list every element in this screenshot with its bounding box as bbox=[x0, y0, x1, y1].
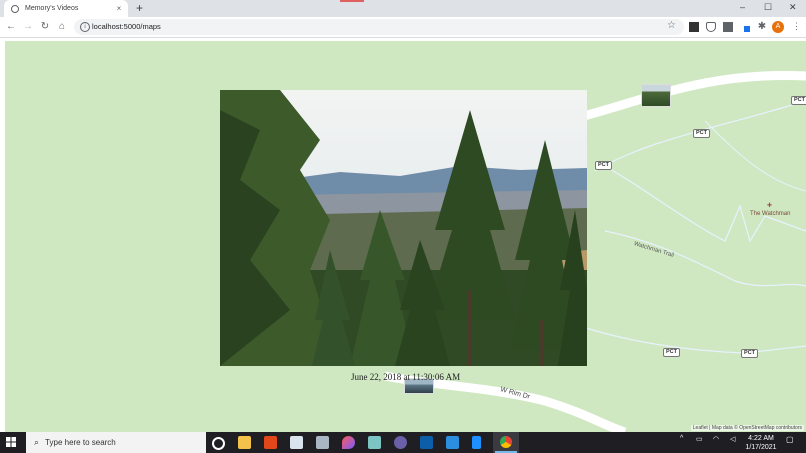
tab-close-icon[interactable]: × bbox=[114, 4, 124, 13]
clock-time: 4:22 AM bbox=[748, 435, 774, 442]
photos-icon[interactable] bbox=[290, 436, 303, 449]
windows-taskbar: ⌕ Type here to search ^ ▭ ◠ ◁ 4:22 AM 1/… bbox=[0, 432, 806, 453]
app-icon[interactable] bbox=[316, 436, 329, 449]
app-icon-3[interactable] bbox=[368, 436, 381, 449]
taskbar-clock[interactable]: 4:22 AM 1/17/2021 bbox=[744, 434, 778, 452]
tab-title: Memory's Videos bbox=[25, 5, 79, 12]
terminal-icon[interactable] bbox=[420, 436, 433, 449]
url-text: localhost:5000/maps bbox=[92, 22, 161, 31]
globe-icon bbox=[11, 4, 19, 13]
minimize-button[interactable]: – bbox=[740, 1, 745, 13]
pct-shield: PCT bbox=[595, 161, 612, 170]
back-icon[interactable]: ← bbox=[4, 20, 18, 34]
poi-marker-icon: ✚ bbox=[767, 203, 773, 209]
app-icon-2[interactable] bbox=[342, 436, 355, 449]
map[interactable]: PCT PCT PCT PCT PCT Watchman Trail W Rim… bbox=[5, 41, 806, 432]
search-placeholder: Type here to search bbox=[45, 438, 116, 447]
puzzle-icon[interactable]: ✱ bbox=[755, 20, 769, 34]
video-caption: June 22, 2018 at 11:30:06 AM bbox=[351, 372, 461, 382]
volume-icon[interactable]: ◁ bbox=[730, 435, 735, 443]
forward-icon[interactable]: → bbox=[21, 20, 35, 34]
app-icon-5[interactable] bbox=[472, 436, 481, 449]
home-icon[interactable]: ⌂ bbox=[55, 20, 69, 34]
chrome-taskbar-active[interactable] bbox=[493, 432, 519, 453]
browser-toolbar: ← → ↻ ⌂ i localhost:5000/maps ☆ ✱ A ⋮ bbox=[0, 17, 806, 38]
wifi-icon[interactable]: ◠ bbox=[713, 435, 719, 443]
video-preview[interactable] bbox=[220, 90, 587, 366]
pct-shield: PCT bbox=[791, 96, 806, 105]
new-tab-button[interactable]: + bbox=[136, 1, 143, 15]
video-thumbnail-marker[interactable] bbox=[641, 84, 671, 107]
taskbar-search[interactable]: ⌕ Type here to search bbox=[26, 432, 206, 453]
pct-shield: PCT bbox=[741, 349, 758, 358]
pen-extension-icon[interactable] bbox=[740, 22, 750, 32]
tray-chevron-icon[interactable]: ^ bbox=[680, 435, 683, 442]
windows-start-icon[interactable] bbox=[6, 437, 16, 447]
menu-icon[interactable]: ⋮ bbox=[792, 21, 801, 32]
extension-icon-2[interactable] bbox=[723, 22, 733, 32]
pct-shield: PCT bbox=[693, 129, 710, 138]
maximize-button[interactable]: ☐ bbox=[764, 1, 772, 13]
file-explorer-icon[interactable] bbox=[238, 436, 251, 449]
search-icon: ⌕ bbox=[34, 437, 40, 447]
notification-icon[interactable]: ▢ bbox=[786, 435, 794, 444]
chrome-icon bbox=[500, 436, 512, 448]
task-view-icon[interactable] bbox=[212, 437, 225, 450]
pct-shield: PCT bbox=[663, 348, 680, 357]
info-icon[interactable]: i bbox=[80, 22, 90, 32]
vscode-icon[interactable] bbox=[446, 436, 459, 449]
map-attribution[interactable]: Leaflet | Map data © OpenStreetMap contr… bbox=[690, 425, 804, 431]
bookmark-star-icon[interactable]: ☆ bbox=[667, 20, 676, 31]
app-icon-4[interactable] bbox=[394, 436, 407, 449]
battery-icon[interactable]: ▭ bbox=[696, 435, 703, 443]
clock-date: 1/17/2021 bbox=[745, 444, 777, 451]
extension-icon[interactable] bbox=[689, 22, 699, 32]
shield-extension-icon[interactable] bbox=[706, 22, 716, 32]
recording-indicator bbox=[340, 0, 364, 2]
tab-strip: Memory's Videos × + – ☐ ✕ bbox=[0, 0, 806, 17]
browser-tab[interactable]: Memory's Videos × bbox=[4, 0, 128, 17]
page: PCT PCT PCT PCT PCT Watchman Trail W Rim… bbox=[0, 38, 806, 432]
close-window-button[interactable]: ✕ bbox=[789, 1, 797, 13]
forest-image bbox=[220, 90, 587, 366]
reload-icon[interactable]: ↻ bbox=[38, 20, 52, 34]
brave-icon[interactable] bbox=[264, 436, 277, 449]
poi-label[interactable]: The Watchman bbox=[750, 211, 790, 217]
address-bar[interactable]: i localhost:5000/maps ☆ bbox=[74, 19, 684, 35]
profile-avatar[interactable]: A bbox=[772, 21, 784, 33]
